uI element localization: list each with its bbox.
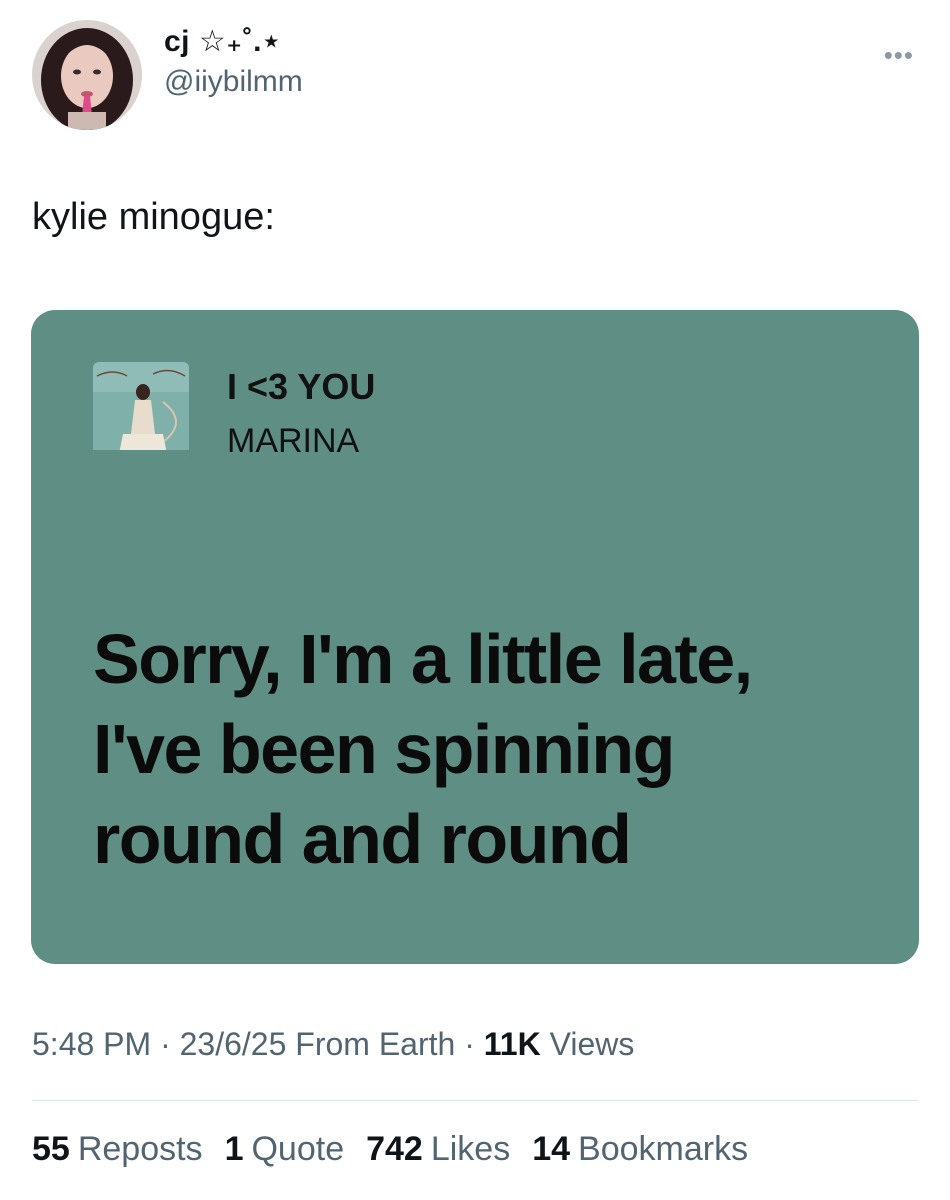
lyric-line: round and round (93, 800, 632, 878)
bookmarks-count: 14 (532, 1130, 571, 1168)
meta-separator: · (160, 1026, 171, 1062)
likes-label: Likes (430, 1130, 511, 1168)
lyric-line: I've been spinning (93, 710, 675, 788)
album-art (93, 362, 189, 458)
song-artist: MARINA (227, 422, 360, 460)
views-label: Views (549, 1026, 635, 1062)
handle[interactable]: @iiybilmm (164, 65, 303, 99)
quotes-label: Quote (251, 1130, 345, 1168)
tweet-meta: 5:48 PM · 23/6/25 From Earth · 11K Views (32, 1026, 634, 1063)
views-count: 11K (483, 1026, 541, 1062)
lyric-lines: Sorry, I'm a little late, I've been spin… (93, 614, 893, 884)
lyric-card-image[interactable]: I <3 YOU MARINA Sorry, I'm a little late… (31, 310, 919, 964)
divider (32, 1100, 918, 1101)
likes-stat[interactable]: 742 Likes (366, 1130, 510, 1169)
reposts-stat[interactable]: 55 Reposts (32, 1130, 203, 1169)
quotes-stat[interactable]: 1 Quote (225, 1130, 345, 1169)
song-title: I <3 YOU (227, 366, 376, 407)
bookmarks-stat[interactable]: 14 Bookmarks (532, 1130, 748, 1169)
display-name[interactable]: cj ☆₊˚.⋆ (164, 24, 303, 59)
tweet: cj ☆₊˚.⋆ @iiybilmm ••• kylie minogue: I … (0, 0, 950, 1200)
avatar[interactable] (32, 20, 142, 130)
bookmarks-label: Bookmarks (578, 1130, 749, 1168)
tweet-header: cj ☆₊˚.⋆ @iiybilmm (32, 20, 303, 130)
likes-count: 742 (366, 1130, 423, 1168)
quotes-count: 1 (224, 1130, 244, 1168)
author-names: cj ☆₊˚.⋆ @iiybilmm (164, 24, 303, 99)
tweet-location: From Earth (295, 1026, 456, 1062)
reposts-label: Reposts (77, 1130, 203, 1168)
reposts-count: 55 (32, 1130, 70, 1168)
engagement-stats: 55 Reposts 1 Quote 742 Likes 14 Bookmarks (32, 1130, 770, 1169)
tweet-time[interactable]: 5:48 PM (32, 1026, 151, 1062)
tweet-date[interactable]: 23/6/25 (180, 1026, 287, 1062)
tweet-text: kylie minogue: (32, 196, 275, 238)
more-options-icon[interactable]: ••• (884, 40, 914, 71)
lyric-line: Sorry, I'm a little late, (93, 620, 753, 698)
meta-separator: · (464, 1026, 475, 1062)
